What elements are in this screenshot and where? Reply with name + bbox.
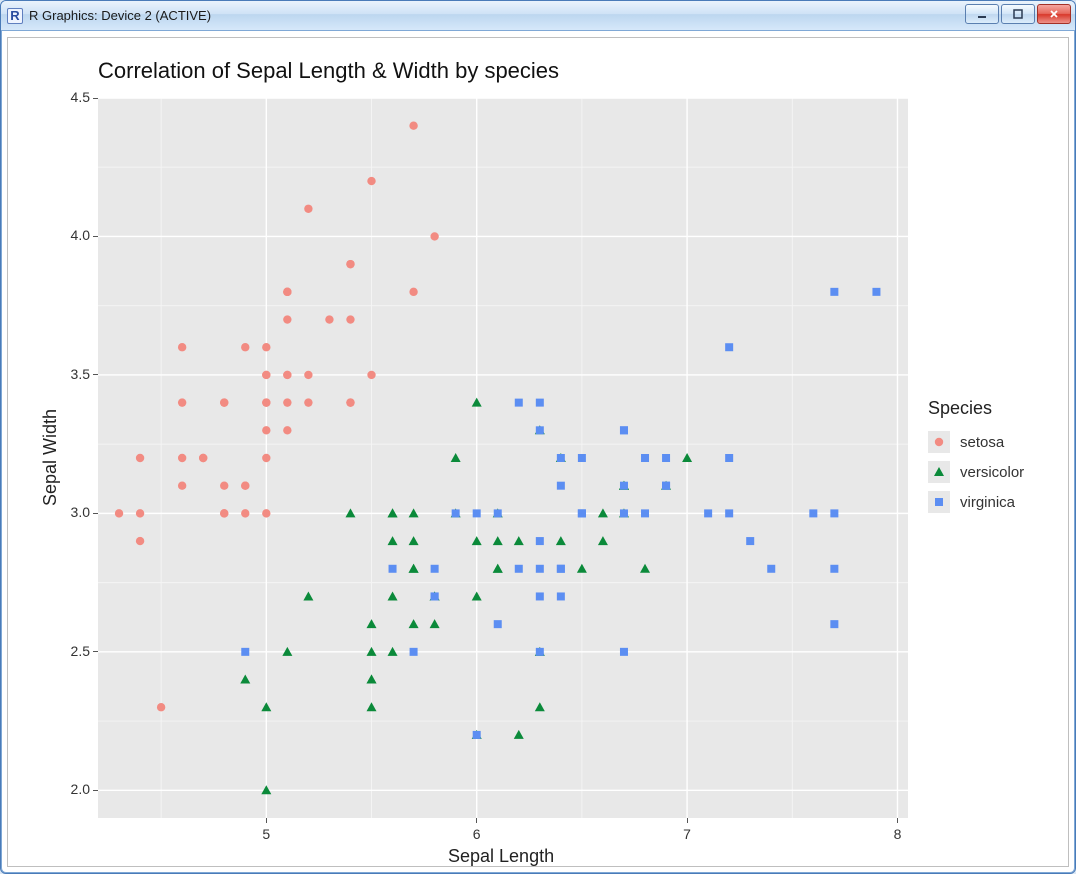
legend-item-setosa: setosa (928, 427, 1024, 457)
x-tick-label: 5 (246, 826, 286, 842)
legend-label: setosa (960, 434, 1004, 451)
minimize-button[interactable] (965, 4, 999, 24)
legend-item-virginica: virginica (928, 487, 1024, 517)
legend-label: virginica (960, 494, 1015, 511)
window-titlebar[interactable]: R R Graphics: Device 2 (ACTIVE) (1, 1, 1075, 31)
close-button[interactable] (1037, 4, 1071, 24)
legend-label: versicolor (960, 464, 1024, 481)
legend-title: Species (928, 398, 1024, 419)
legend-key-virginica (928, 491, 950, 513)
x-tick-label: 6 (457, 826, 497, 842)
window-title: R Graphics: Device 2 (ACTIVE) (29, 8, 211, 23)
chart-svg (98, 98, 908, 818)
x-axis-title: Sepal Length (448, 846, 554, 867)
window-controls (965, 4, 1071, 24)
x-tick-label: 7 (667, 826, 707, 842)
y-tick-label: 4.0 (60, 227, 90, 243)
chart-title: Correlation of Sepal Length & Width by s… (98, 58, 559, 84)
y-tick-label: 4.5 (60, 89, 90, 105)
legend-items: setosa versicolor virginica (928, 427, 1024, 517)
y-tick-label: 3.0 (60, 504, 90, 520)
legend: Species setosa versicolor virginica (928, 398, 1024, 517)
y-tick-label: 3.5 (60, 366, 90, 382)
maximize-button[interactable] (1001, 4, 1035, 24)
r-app-icon: R (7, 8, 23, 24)
x-tick-label: 8 (877, 826, 917, 842)
r-graphics-window: R R Graphics: Device 2 (ACTIVE) Correlat… (0, 0, 1076, 874)
plot-area: Correlation of Sepal Length & Width by s… (7, 37, 1069, 867)
legend-key-versicolor (928, 461, 950, 483)
y-tick-label: 2.0 (60, 781, 90, 797)
legend-key-setosa (928, 431, 950, 453)
y-tick-label: 2.5 (60, 643, 90, 659)
legend-item-versicolor: versicolor (928, 457, 1024, 487)
y-axis-title: Sepal Width (40, 409, 61, 506)
